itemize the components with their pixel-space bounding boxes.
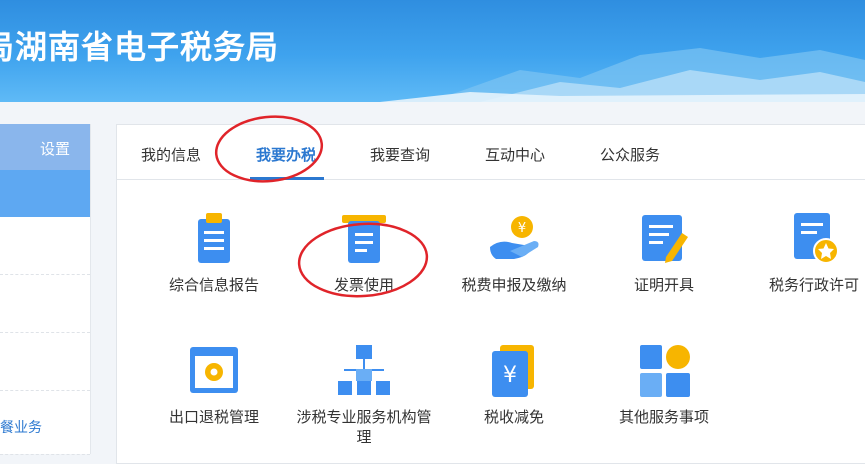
- service-invoice-use[interactable]: 发票使用: [279, 211, 449, 295]
- sidebar-item[interactable]: [0, 275, 90, 333]
- sidebar-item-active[interactable]: [0, 170, 90, 217]
- service-label: 税收减免: [483, 408, 544, 426]
- clipboard-icon: [186, 211, 242, 267]
- hand-coin-icon: ¥: [486, 211, 542, 267]
- site-title: 局湖南省电子税务局: [0, 28, 280, 66]
- service-label: 税费申报及缴纳: [461, 276, 567, 294]
- settings-link[interactable]: 设置: [40, 138, 70, 159]
- sidebar-item[interactable]: [0, 333, 90, 391]
- service-comprehensive-report[interactable]: 综合信息报告: [129, 211, 299, 295]
- service-export-refund[interactable]: 出口退税管理: [129, 343, 299, 427]
- package-business-link[interactable]: 套餐业务: [0, 417, 42, 437]
- svg-text:¥: ¥: [518, 221, 526, 236]
- service-label: 综合信息报告: [168, 276, 259, 294]
- yen-card-icon: ¥: [486, 343, 542, 399]
- tab-interaction-center[interactable]: 互动中心: [485, 144, 545, 165]
- sidebar-item[interactable]: [0, 217, 90, 275]
- tab-my-info[interactable]: 我的信息: [141, 144, 201, 165]
- sidebar-item-package[interactable]: 套餐业务: [0, 391, 90, 455]
- export-gear-icon: [186, 343, 242, 399]
- certificate-pen-icon: [636, 211, 692, 267]
- service-other-matters[interactable]: 其他服务事项: [579, 343, 749, 427]
- service-label: 出口退税管理: [168, 408, 259, 426]
- service-admin-permit[interactable]: 税务行政许可: [729, 211, 865, 295]
- org-chart-icon: [336, 343, 392, 399]
- header-banner: 局湖南省电子税务局: [0, 0, 865, 102]
- active-tab-indicator: [250, 177, 324, 180]
- service-label: 证明开具: [633, 276, 694, 294]
- service-label: 涉税专业服务机构管 理: [296, 408, 432, 446]
- grid-shapes-icon: [636, 343, 692, 399]
- tab-tax-handling[interactable]: 我要办税: [256, 144, 316, 165]
- service-label: 其他服务事项: [618, 408, 709, 426]
- service-label: 发票使用: [333, 276, 394, 294]
- service-label: 税务行政许可: [768, 276, 859, 294]
- sidebar-header: 设置: [0, 124, 90, 170]
- permit-star-icon: [786, 211, 842, 267]
- sidebar: 设置 套餐业务: [0, 124, 91, 455]
- tab-bar: 我的信息 我要办税 我要查询 互动中心 公众服务: [117, 125, 865, 180]
- service-certificate-issue[interactable]: 证明开具: [579, 211, 749, 295]
- service-professional-agency[interactable]: 涉税专业服务机构管 理: [279, 343, 449, 447]
- service-tax-declaration[interactable]: ¥ 税费申报及缴纳: [429, 211, 599, 295]
- service-tax-exemption[interactable]: ¥ 税收减免: [429, 343, 599, 427]
- tab-public-service[interactable]: 公众服务: [600, 144, 660, 165]
- tab-query[interactable]: 我要查询: [370, 144, 430, 165]
- invoice-icon: [336, 211, 392, 267]
- svg-text:¥: ¥: [503, 363, 517, 388]
- main-panel: 我的信息 我要办税 我要查询 互动中心 公众服务 综合信息报告 发票使用 ¥ 税…: [116, 124, 865, 464]
